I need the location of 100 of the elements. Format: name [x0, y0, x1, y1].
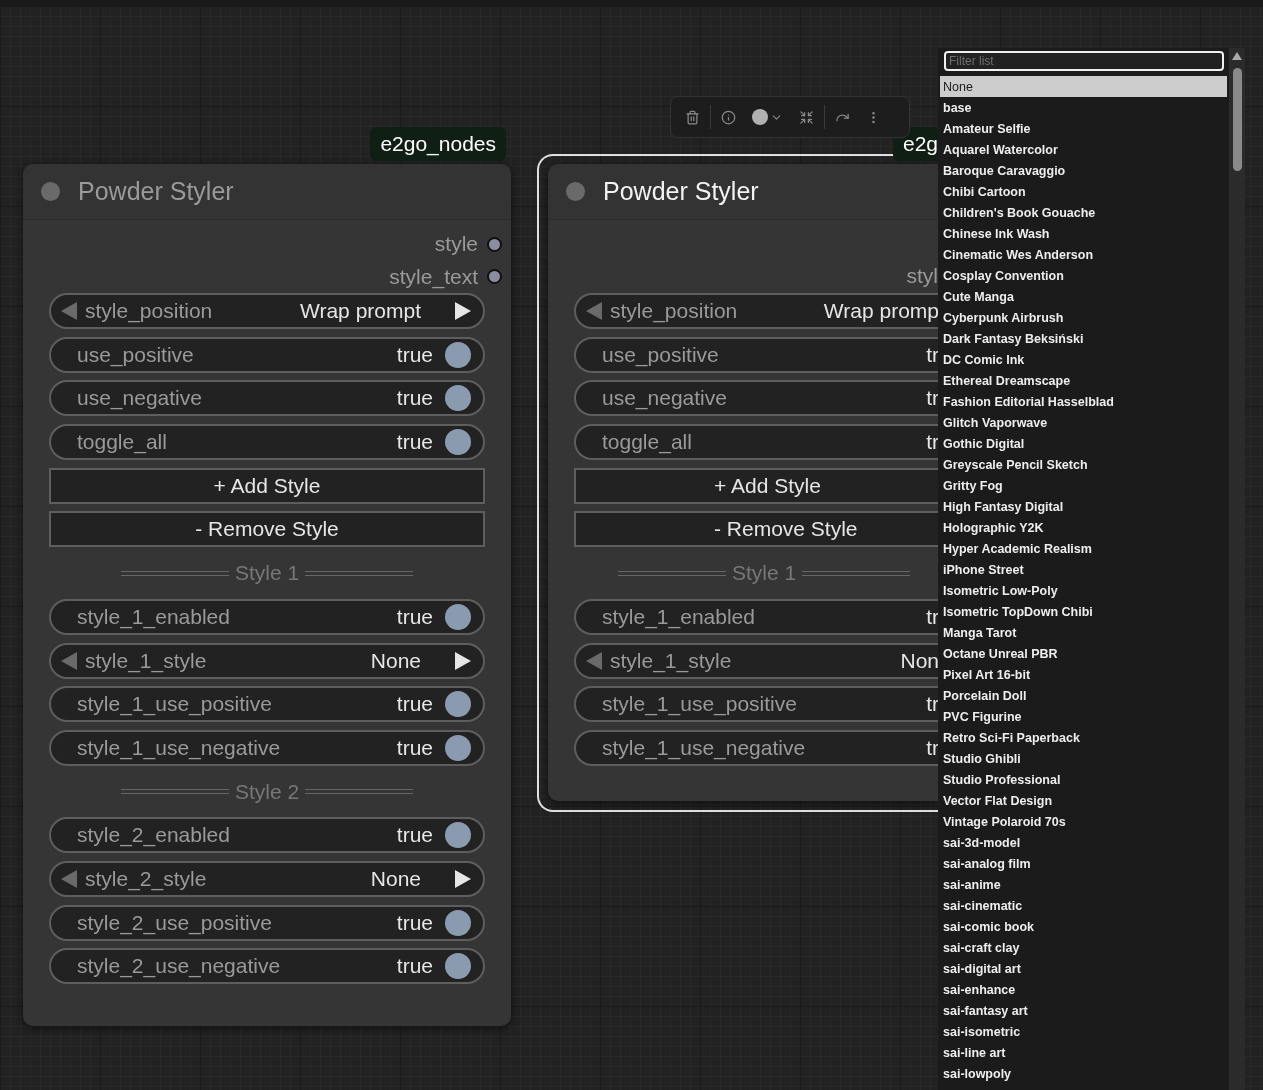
menu-item[interactable]: sai-comic book — [940, 916, 1227, 937]
output-slot-icon[interactable] — [487, 269, 502, 285]
menu-item[interactable]: Chibi Cartoon — [940, 181, 1227, 202]
menu-item[interactable]: Cinematic Wes Anderson — [940, 244, 1227, 265]
combo-widget[interactable]: style_1_style Non — [574, 642, 938, 679]
menu-item[interactable]: Amateur Selfie — [940, 118, 1227, 139]
menu-item[interactable]: Isometric Low-Poly — [940, 580, 1227, 601]
menu-item[interactable]: Aquarel Watercolor — [940, 139, 1227, 160]
collapse-dot-icon[interactable] — [41, 182, 60, 201]
info-icon — [721, 109, 736, 125]
toggle-knob[interactable] — [445, 734, 471, 761]
menu-item[interactable]: sai-lowpoly — [940, 1063, 1227, 1084]
toggle-widget[interactable]: toggle_all tr — [574, 424, 938, 461]
toggle-widget[interactable]: style_2_use_positive true — [49, 904, 485, 941]
menu-item[interactable]: sai-isometric — [940, 1021, 1227, 1042]
menu-item[interactable]: sai-line art — [940, 1042, 1227, 1063]
toggle-widget[interactable]: style_1_use_positive true — [49, 686, 485, 723]
menu-item[interactable]: sai-analog film — [940, 853, 1227, 874]
toggle-knob[interactable] — [445, 341, 471, 368]
menu-item[interactable]: Holographic Y2K — [940, 517, 1227, 538]
right-arrow-icon[interactable] — [455, 869, 471, 888]
toggle-widget[interactable]: style_1_use_positive tr — [574, 686, 938, 723]
menu-item[interactable]: Baroque Caravaggio — [940, 160, 1227, 181]
menu-item[interactable]: sai-digital art — [940, 958, 1227, 979]
menu-item[interactable]: Vector Flat Design — [940, 790, 1227, 811]
menu-item[interactable]: Cyberpunk Airbrush — [940, 307, 1227, 328]
toggle-knob[interactable] — [445, 691, 471, 718]
menu-item[interactable]: Greyscale Pencil Sketch — [940, 454, 1227, 475]
menu-item[interactable]: sai-3d-model — [940, 832, 1227, 853]
toggle-widget[interactable]: style_2_enabled true — [49, 817, 485, 854]
left-arrow-icon[interactable] — [586, 651, 602, 670]
toggle-knob[interactable] — [445, 603, 471, 630]
menu-item[interactable]: Pixel Art 16-bit — [940, 664, 1227, 685]
menu-item[interactable]: Gritty Fog — [940, 475, 1227, 496]
menu-item[interactable]: base — [940, 97, 1227, 118]
menu-item[interactable]: None — [940, 76, 1227, 97]
menu-item[interactable]: Gothic Digital — [940, 433, 1227, 454]
menu-item[interactable]: sai-fantasy art — [940, 1000, 1227, 1021]
menu-item[interactable]: sai-cinematic — [940, 895, 1227, 916]
toggle-widget[interactable]: style_1_use_negative true — [49, 729, 485, 766]
left-arrow-icon[interactable] — [61, 651, 77, 670]
widget-label: use_negative — [77, 386, 202, 411]
widget-value: Wrap promp — [823, 299, 938, 323]
menu-item[interactable]: Hyper Academic Realism — [940, 538, 1227, 559]
scrollbar[interactable] — [1229, 48, 1245, 1090]
menu-item[interactable]: PVC Figurine — [940, 706, 1227, 727]
style-button[interactable]: - Remove Style — [49, 511, 485, 548]
toggle-widget[interactable]: style_1_enabled true — [49, 598, 485, 635]
collapse-dot-icon[interactable] — [566, 182, 585, 201]
scroll-thumb[interactable] — [1233, 68, 1242, 171]
menu-item[interactable]: Glitch Vaporwave — [940, 412, 1227, 433]
menu-item[interactable]: Porcelain Doll — [940, 685, 1227, 706]
left-arrow-icon[interactable] — [61, 302, 77, 320]
toggle-widget[interactable]: style_1_use_negative tr — [574, 729, 938, 766]
toggle-knob[interactable] — [445, 953, 471, 980]
left-arrow-icon[interactable] — [61, 869, 77, 888]
menu-item[interactable]: Chinese Ink Wash — [940, 223, 1227, 244]
combo-widget[interactable]: style_position Wrap promp — [574, 293, 938, 329]
menu-item[interactable]: Studio Ghibli — [940, 748, 1227, 769]
menu-item[interactable]: Manga Tarot — [940, 622, 1227, 643]
toggle-knob[interactable] — [445, 385, 471, 412]
toggle-widget[interactable]: toggle_all true — [49, 424, 485, 461]
menu-item[interactable]: Vintage Polaroid 70s — [940, 811, 1227, 832]
menu-item[interactable]: iPhone Street — [940, 559, 1227, 580]
toggle-widget[interactable]: use_positive tr — [574, 336, 938, 373]
menu-item[interactable]: High Fantasy Digital — [940, 496, 1227, 517]
menu-item[interactable]: Children's Book Gouache — [940, 202, 1227, 223]
menu-item[interactable]: Isometric TopDown Chibi — [940, 601, 1227, 622]
menu-item[interactable]: Ethereal Dreamscape — [940, 370, 1227, 391]
menu-item[interactable]: sai-enhance — [940, 979, 1227, 1000]
toggle-widget[interactable]: style_2_use_negative true — [49, 948, 485, 985]
menu-item[interactable]: Dark Fantasy Beksiński — [940, 328, 1227, 349]
menu-item[interactable]: Studio Professional — [940, 769, 1227, 790]
right-arrow-icon[interactable] — [455, 651, 471, 670]
toggle-knob[interactable] — [445, 429, 471, 456]
right-arrow-icon[interactable] — [455, 302, 471, 320]
style-button[interactable]: + Add Style — [574, 467, 938, 504]
toggle-widget[interactable]: use_negative tr — [574, 380, 938, 417]
menu-item[interactable]: sai-anime — [940, 874, 1227, 895]
menu-item[interactable]: DC Comic Ink — [940, 349, 1227, 370]
left-arrow-icon[interactable] — [586, 302, 602, 320]
style-button[interactable]: + Add Style — [49, 467, 485, 504]
menu-item[interactable]: Cute Manga — [940, 286, 1227, 307]
filter-field[interactable]: Filter list — [944, 51, 1224, 71]
toggle-widget[interactable]: use_negative true — [49, 380, 485, 417]
combo-widget[interactable]: style_position Wrap prompt — [49, 293, 485, 329]
toggle-knob[interactable] — [445, 822, 471, 849]
toggle-knob[interactable] — [445, 909, 471, 936]
menu-item[interactable]: Cosplay Convention — [940, 265, 1227, 286]
style-button[interactable]: - Remove Style — [574, 511, 938, 548]
combo-widget[interactable]: style_1_style None — [49, 642, 485, 679]
menu-item[interactable]: Fashion Editorial Hasselblad — [940, 391, 1227, 412]
toggle-widget[interactable]: style_1_enabled tr — [574, 598, 938, 635]
toggle-widget[interactable]: use_positive true — [49, 336, 485, 373]
output-slot-icon[interactable] — [487, 236, 502, 252]
scroll-up-icon[interactable] — [1232, 52, 1242, 60]
menu-item[interactable]: Octane Unreal PBR — [940, 643, 1227, 664]
combo-widget[interactable]: style_2_style None — [49, 860, 485, 897]
menu-item[interactable]: Retro Sci-Fi Paperback — [940, 727, 1227, 748]
menu-item[interactable]: sai-craft clay — [940, 937, 1227, 958]
